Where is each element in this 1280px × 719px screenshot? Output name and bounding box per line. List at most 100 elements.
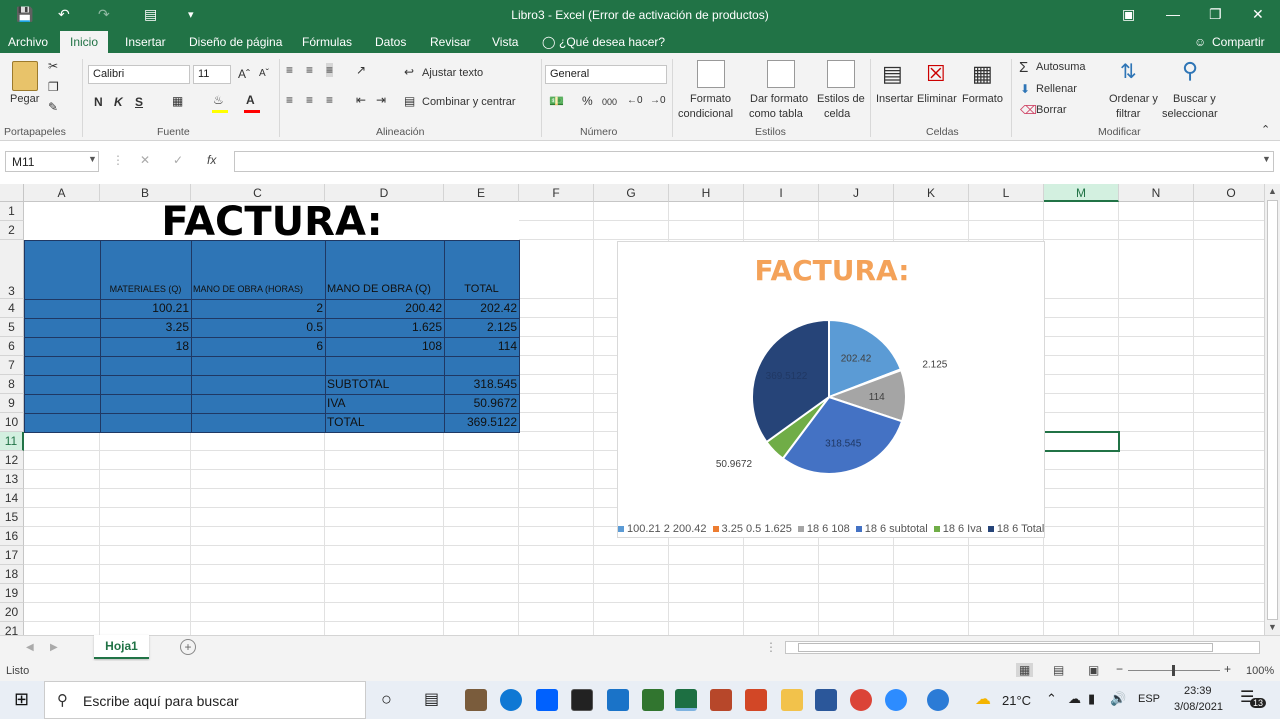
- scroll-next-sheet-icon[interactable]: ▶: [50, 642, 58, 653]
- cell-styles-icon[interactable]: [827, 60, 855, 88]
- word-icon[interactable]: [815, 689, 837, 711]
- cell-styles-label-1[interactable]: Estilos de: [817, 93, 865, 105]
- align-top-icon[interactable]: ≡: [286, 63, 293, 77]
- dropbox-icon[interactable]: [536, 689, 558, 711]
- scroll-down-icon[interactable]: ▼: [1268, 622, 1277, 632]
- tab-archivo[interactable]: Archivo: [8, 35, 48, 49]
- row-header[interactable]: 10: [0, 413, 24, 432]
- row-header[interactable]: 15: [0, 508, 24, 527]
- table-cell[interactable]: [191, 413, 326, 433]
- row-header[interactable]: 2: [0, 221, 24, 240]
- find-select-label-1[interactable]: Buscar y: [1173, 93, 1216, 105]
- vertical-scroll-thumb[interactable]: [1267, 200, 1278, 620]
- align-right-icon[interactable]: ≡: [326, 93, 333, 107]
- row-header[interactable]: 11: [0, 432, 24, 451]
- format-painter-icon[interactable]: ✎: [48, 100, 58, 114]
- shrink-font-icon[interactable]: Aˇ: [259, 68, 269, 79]
- name-box-dropdown-icon[interactable]: ▼: [88, 154, 97, 164]
- name-box[interactable]: M11: [5, 151, 99, 172]
- underline-button[interactable]: S: [135, 95, 143, 109]
- battery-icon[interactable]: ▮: [1088, 691, 1095, 707]
- task-view-icon[interactable]: ▤: [424, 689, 439, 709]
- column-header[interactable]: O: [1194, 184, 1264, 202]
- column-header[interactable]: N: [1119, 184, 1194, 202]
- insert-cells-icon[interactable]: ▤: [882, 61, 903, 87]
- align-bottom-icon[interactable]: ≡: [326, 63, 334, 77]
- row-header[interactable]: 6: [0, 337, 24, 356]
- expand-formula-bar-icon[interactable]: ▼: [1262, 154, 1271, 164]
- powerpoint-icon[interactable]: [745, 689, 767, 711]
- row-header[interactable]: 1: [0, 202, 24, 221]
- edge-icon[interactable]: [500, 689, 522, 711]
- cortana-icon[interactable]: ○: [381, 689, 392, 710]
- vertical-scrollbar[interactable]: ▲ ▼: [1264, 184, 1280, 635]
- paste-button[interactable]: Pegar: [10, 93, 39, 105]
- font-name-select[interactable]: Calibri: [88, 65, 190, 84]
- collapse-ribbon-icon[interactable]: ⌃: [1261, 123, 1270, 136]
- tab-diseno[interactable]: Diseño de página: [189, 35, 282, 49]
- table-cell[interactable]: [24, 413, 101, 433]
- insert-cells-button[interactable]: Insertar: [876, 93, 913, 105]
- row-header[interactable]: 18: [0, 565, 24, 584]
- zoom-in-icon[interactable]: +: [1224, 662, 1231, 676]
- row-header[interactable]: 20: [0, 603, 24, 622]
- help-icon[interactable]: [927, 689, 949, 711]
- row-header[interactable]: 3: [0, 240, 24, 299]
- tab-datos[interactable]: Datos: [375, 35, 406, 49]
- clear-button[interactable]: Borrar: [1036, 104, 1067, 116]
- table-cell[interactable]: [100, 394, 192, 414]
- row-header[interactable]: 4: [0, 299, 24, 318]
- delete-cells-icon[interactable]: ☒: [926, 61, 946, 87]
- scroll-up-icon[interactable]: ▲: [1268, 186, 1277, 196]
- cut-icon[interactable]: ✂: [48, 59, 58, 73]
- clock-time[interactable]: 23:39: [1184, 685, 1212, 697]
- table-cell[interactable]: [24, 318, 101, 338]
- row-header[interactable]: 17: [0, 546, 24, 565]
- weather-temperature[interactable]: 21°C: [1002, 693, 1031, 708]
- table-cell[interactable]: [100, 356, 192, 376]
- page-break-icon[interactable]: ▣: [1088, 663, 1099, 677]
- format-as-table-label-2[interactable]: como tabla: [749, 108, 803, 120]
- fill-button[interactable]: Rellenar: [1036, 83, 1077, 95]
- conditional-format-label-1[interactable]: Formato: [690, 93, 731, 105]
- table-cell[interactable]: [24, 375, 101, 395]
- page-layout-icon[interactable]: ▤: [1053, 663, 1064, 677]
- table-cell[interactable]: [24, 356, 101, 376]
- column-header[interactable]: E: [444, 184, 519, 202]
- increase-decimal-icon[interactable]: ←0: [627, 95, 643, 106]
- mail-icon[interactable]: [607, 689, 629, 711]
- sort-filter-label-1[interactable]: Ordenar y: [1109, 93, 1158, 105]
- table-cell[interactable]: [191, 375, 326, 395]
- horizontal-scroll-thumb[interactable]: [798, 643, 1213, 652]
- excel-taskbar-icon[interactable]: [675, 689, 697, 711]
- format-as-table-icon[interactable]: [767, 60, 795, 88]
- orientation-icon[interactable]: ↗: [356, 63, 366, 77]
- table-cell[interactable]: [100, 375, 192, 395]
- row-header[interactable]: 16: [0, 527, 24, 546]
- row-header[interactable]: 12: [0, 451, 24, 470]
- copy-icon[interactable]: ❐: [48, 80, 59, 94]
- find-select-label-2[interactable]: seleccionar: [1162, 108, 1218, 120]
- format-cells-icon[interactable]: ▦: [972, 61, 993, 87]
- taskbar-search-box[interactable]: ⚲ Escribe aquí para buscar: [44, 681, 366, 719]
- italic-button[interactable]: K: [114, 95, 123, 109]
- tell-me-search[interactable]: ¿Qué desea hacer?: [559, 35, 665, 49]
- format-as-table-label-1[interactable]: Dar formato: [750, 93, 808, 105]
- percent-button[interactable]: %: [582, 94, 593, 108]
- column-header[interactable]: K: [894, 184, 969, 202]
- row-header[interactable]: 8: [0, 375, 24, 394]
- column-header[interactable]: A: [24, 184, 100, 202]
- add-sheet-icon[interactable]: +: [180, 639, 196, 655]
- conditional-format-icon[interactable]: [697, 60, 725, 88]
- volume-icon[interactable]: 🔊: [1110, 691, 1126, 707]
- font-color-icon[interactable]: A: [246, 93, 255, 107]
- number-format-select[interactable]: General: [545, 65, 667, 84]
- column-header[interactable]: M: [1044, 184, 1119, 202]
- tab-insertar[interactable]: Insertar: [125, 35, 166, 49]
- table-cell[interactable]: [444, 356, 520, 376]
- tray-chevron-icon[interactable]: ⌃: [1046, 691, 1057, 707]
- row-header[interactable]: 19: [0, 584, 24, 603]
- normal-view-icon[interactable]: ▦: [1016, 663, 1034, 677]
- merge-center-button[interactable]: Combinar y centrar: [422, 96, 516, 108]
- tab-revisar[interactable]: Revisar: [430, 35, 471, 49]
